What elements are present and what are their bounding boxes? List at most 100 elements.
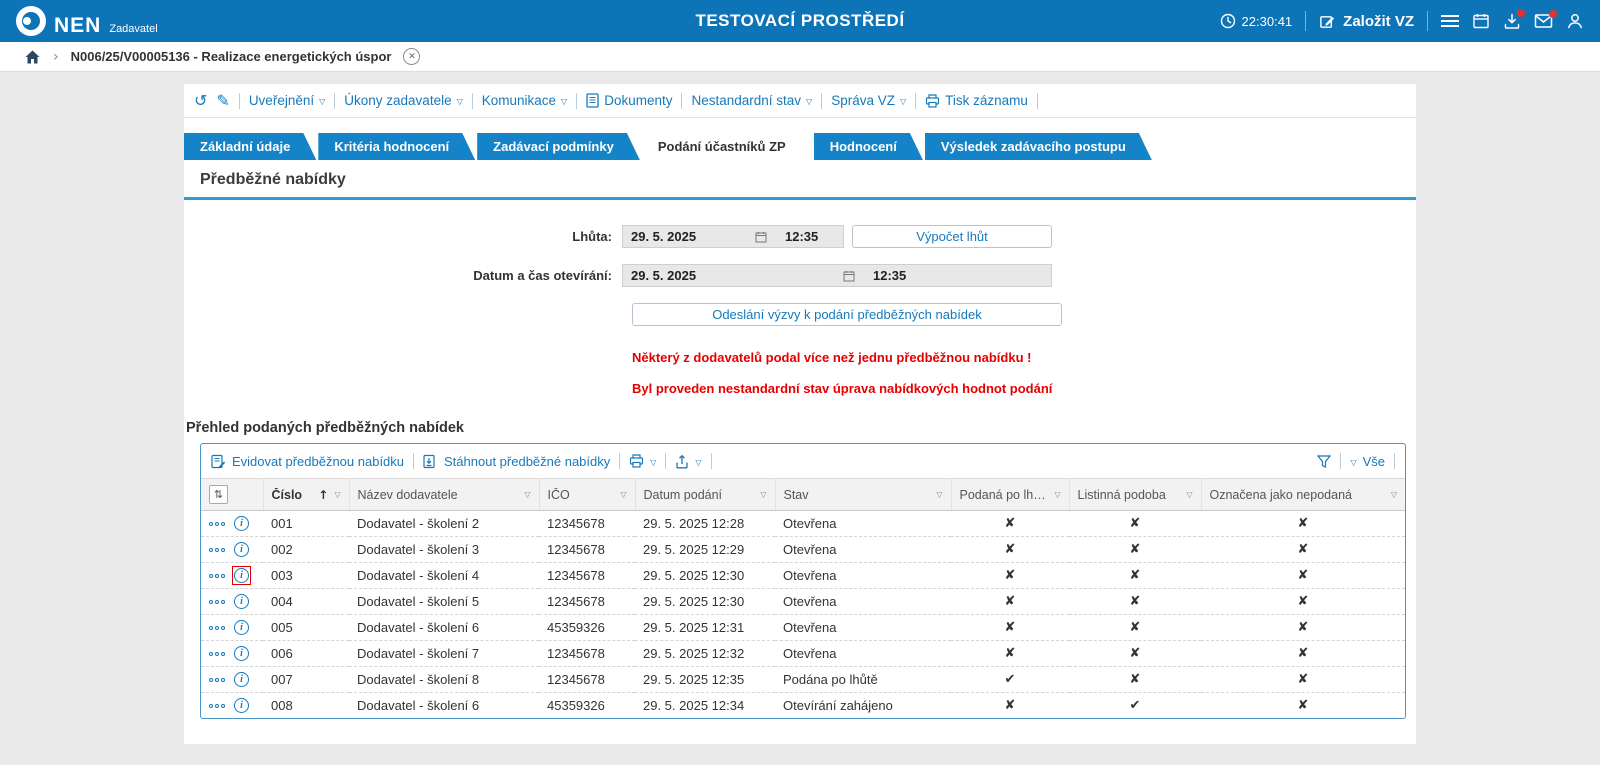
row-menu-icon[interactable] — [209, 599, 225, 604]
tab-zakladni-udaje[interactable]: Základní údaje — [184, 133, 316, 160]
column-header-stav[interactable]: Stav ▽ — [775, 478, 952, 511]
table-row[interactable]: i 007 Dodavatel - školení 8 12345678 29.… — [201, 666, 1405, 693]
filter-caret-icon[interactable]: ▽ — [620, 490, 626, 499]
deadline-time-value[interactable]: 12:35 — [773, 229, 843, 244]
close-breadcrumb-icon[interactable]: ✕ — [403, 48, 421, 65]
deadline-date-value[interactable]: 29. 5. 2025 — [623, 229, 749, 244]
download-offers-button[interactable]: Stáhnout předběžné nabídky — [423, 454, 610, 469]
row-menu-icon[interactable] — [209, 625, 225, 630]
column-header-ico[interactable]: IČO ▽ — [539, 478, 636, 511]
filter-caret-icon[interactable]: ▽ — [760, 490, 766, 499]
row-info-icon[interactable]: i — [234, 542, 249, 557]
tab-podani-ucastniku-zp[interactable]: Podání účastníků ZP — [642, 133, 812, 160]
menu-nestandardni-stav[interactable]: Nestandardní stav ▽ — [691, 93, 812, 108]
row-info-icon[interactable]: i — [234, 672, 249, 687]
table-row[interactable]: i 001 Dodavatel - školení 2 12345678 29.… — [201, 510, 1405, 537]
row-info-icon[interactable]: i — [234, 698, 249, 713]
print-grid-button[interactable]: ▽ — [629, 454, 656, 468]
menu-uverejneni[interactable]: Uveřejnění ▽ — [249, 93, 325, 108]
calendar-picker-icon[interactable] — [837, 270, 861, 282]
tab-vysledek-zadavaciho-postupu[interactable]: Výsledek zadávacího postupu — [925, 133, 1152, 160]
tab-kriteria-hodnoceni[interactable]: Kritéria hodnocení — [318, 133, 475, 160]
table-row[interactable]: i 002 Dodavatel - školení 3 12345678 29.… — [201, 536, 1405, 563]
cell-datum-podani: 29. 5. 2025 12:32 — [635, 640, 775, 667]
filter-funnel-icon[interactable] — [1317, 454, 1332, 468]
table-row[interactable]: i 003 Dodavatel - školení 4 12345678 29.… — [201, 562, 1405, 589]
row-info-icon[interactable]: i — [234, 646, 249, 661]
cell-cislo: 005 — [263, 614, 349, 641]
opening-field: 29. 5. 2025 12:35 — [622, 264, 1052, 287]
breadcrumb-item[interactable]: N006/25/V00005136 - Realizace energetick… — [71, 49, 392, 64]
row-info-icon[interactable]: i — [234, 620, 249, 635]
export-grid-button[interactable]: ▽ — [675, 454, 702, 469]
table-row[interactable]: i 008 Dodavatel - školení 6 45359326 29.… — [201, 693, 1405, 719]
row-info-icon[interactable]: i — [234, 568, 249, 583]
edit-pencil-icon[interactable]: ✎ — [216, 92, 229, 109]
filter-caret-icon[interactable]: ▽ — [1391, 490, 1397, 499]
grid-toolbar: Evidovat předběžnou nabídku Stáhnout pře… — [201, 444, 1405, 478]
table-row[interactable]: i 004 Dodavatel - školení 5 12345678 29.… — [201, 588, 1405, 615]
printer-icon — [925, 93, 940, 108]
register-offer-button[interactable]: Evidovat předběžnou nabídku — [211, 454, 404, 469]
edit-square-icon — [1319, 13, 1336, 30]
column-settings-icon[interactable]: ⇅ — [209, 485, 228, 504]
cell-listinna-podoba: ✘ — [1069, 562, 1201, 589]
filter-caret-icon[interactable]: ▽ — [334, 490, 340, 499]
cell-ico: 45359326 — [539, 614, 635, 641]
row-menu-icon[interactable] — [209, 521, 225, 526]
tab-hodnoceni[interactable]: Hodnocení — [814, 133, 923, 160]
column-header-nepodana[interactable]: Označena jako nepodaná ▽ — [1201, 478, 1405, 511]
cell-ico: 12345678 — [539, 510, 635, 537]
filter-all-dropdown[interactable]: ▽ Vše — [1350, 454, 1385, 469]
cell-ico: 45359326 — [547, 698, 605, 713]
column-header-listinna[interactable]: Listinná podoba ▽ — [1069, 478, 1202, 511]
table-row[interactable]: i 006 Dodavatel - školení 7 12345678 29.… — [201, 640, 1405, 667]
column-header-cislo[interactable]: Číslo ↑ ▽ — [263, 478, 350, 511]
calendar-icon[interactable] — [1472, 12, 1490, 30]
divider — [334, 92, 336, 109]
row-menu-icon[interactable] — [209, 547, 225, 552]
home-icon[interactable] — [24, 49, 41, 65]
opening-time-value[interactable]: 12:35 — [861, 268, 1051, 283]
filter-caret-icon[interactable]: ▽ — [1054, 490, 1060, 499]
menu-dokumenty[interactable]: Dokumenty — [586, 93, 672, 108]
menu-ukony-zadavatele[interactable]: Úkony zadavatele ▽ — [344, 93, 462, 108]
row-menu-icon[interactable] — [209, 573, 225, 578]
cell-datum-podani: 29. 5. 2025 12:31 — [635, 614, 775, 641]
calc-deadlines-button[interactable]: Výpočet lhůt — [852, 225, 1052, 248]
column-header-datum[interactable]: Datum podání ▽ — [635, 478, 776, 511]
menu-komunikace[interactable]: Komunikace ▽ — [482, 93, 567, 108]
menu-tisk-zaznamu[interactable]: Tisk záznamu — [925, 93, 1028, 108]
logo-subtitle: Zadavatel — [109, 23, 158, 35]
downloads-icon[interactable] — [1503, 9, 1525, 30]
menu-sprava-vz[interactable]: Správa VZ ▽ — [831, 93, 906, 108]
calendar-picker-icon[interactable] — [749, 231, 773, 243]
messages-icon[interactable] — [1534, 10, 1557, 29]
cell-podana-po-lhute: ✘ — [951, 562, 1069, 589]
filter-caret-icon[interactable]: ▽ — [524, 490, 530, 499]
top-header-bar: NEN Zadavatel TESTOVACÍ PROSTŘEDÍ 22:30:… — [0, 0, 1600, 42]
history-icon[interactable]: ↺ — [194, 92, 207, 109]
row-info-icon[interactable]: i — [234, 516, 249, 531]
cell-listinna-podoba: ✘ — [1069, 640, 1201, 667]
create-vz-button[interactable]: Založit VZ — [1319, 13, 1414, 30]
row-info-icon[interactable]: i — [234, 594, 249, 609]
send-invitation-button[interactable]: Odeslání výzvy k podání předběžných nabí… — [632, 303, 1062, 326]
row-menu-icon[interactable] — [209, 651, 225, 656]
menu-icon[interactable] — [1441, 15, 1459, 27]
row-menu-icon[interactable] — [209, 677, 225, 682]
filter-caret-icon[interactable]: ▽ — [1186, 490, 1192, 499]
cell-listinna-podoba: ✘ — [1069, 614, 1201, 641]
cell-nazev-dodavatele: Dodavatel - školení 6 — [349, 614, 539, 641]
cell-ico: 12345678 — [539, 588, 635, 615]
table-row[interactable]: i 005 Dodavatel - školení 6 45359326 29.… — [201, 614, 1405, 641]
cell-stav: Otevřena — [775, 510, 951, 537]
row-menu-icon[interactable] — [209, 703, 225, 708]
opening-date-value[interactable]: 29. 5. 2025 — [623, 268, 837, 283]
app-logo[interactable]: NEN Zadavatel — [16, 6, 158, 36]
column-header-nazev[interactable]: Název dodavatele ▽ — [349, 478, 540, 511]
user-profile-icon[interactable] — [1566, 12, 1584, 30]
filter-caret-icon[interactable]: ▽ — [936, 490, 942, 499]
tab-zadavaci-podminky[interactable]: Zadávací podmínky — [477, 133, 640, 160]
column-header-po-lhute[interactable]: Podaná po lhůtě ▽ — [951, 478, 1070, 511]
